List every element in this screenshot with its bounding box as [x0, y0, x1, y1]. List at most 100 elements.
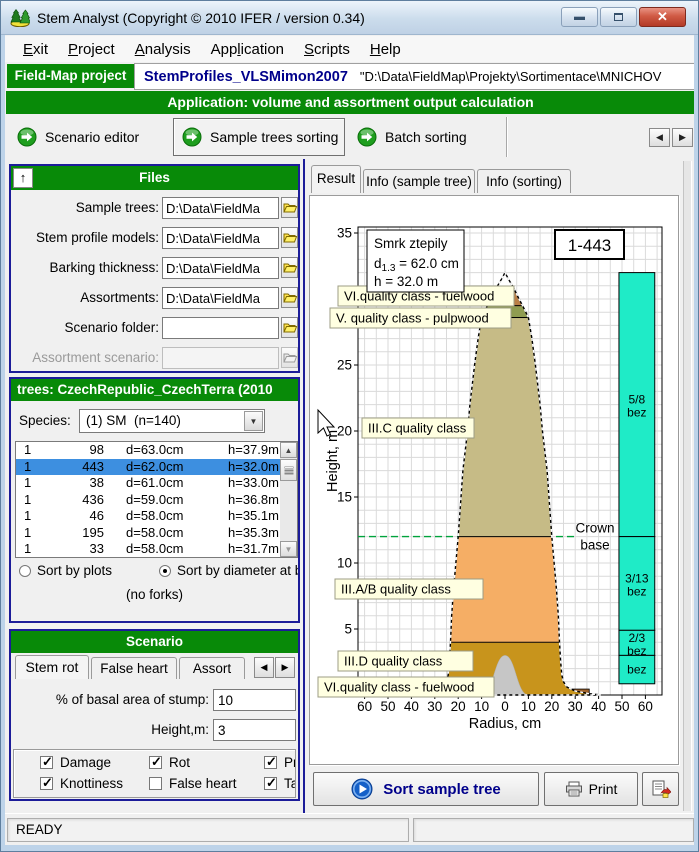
- tab-result[interactable]: Result: [311, 165, 361, 193]
- status-message: READY: [7, 818, 409, 842]
- tab-info-sorting[interactable]: Info (sorting): [477, 169, 571, 193]
- svg-text:35: 35: [337, 226, 352, 241]
- action-buttons: Sort sample tree Print: [309, 771, 681, 809]
- tab-stem-rot[interactable]: Stem rot: [15, 655, 89, 679]
- species-dropdown[interactable]: (1) SM (n=140) ▼: [79, 409, 265, 433]
- false-heart-checkbox[interactable]: False heart: [149, 776, 237, 791]
- tab-false-heart[interactable]: False heart: [91, 657, 177, 679]
- stump-basal-area-input[interactable]: [213, 689, 296, 711]
- dbh-cell: d=59.0cm: [104, 492, 216, 509]
- svg-text:V. quality class - pulpwood: V. quality class - pulpwood: [336, 311, 489, 326]
- fieldmap-project-label: Field-Map project: [7, 64, 134, 88]
- checkbox-label: Rot: [169, 755, 190, 770]
- menu-bar: Exit Project Analysis Application Script…: [5, 36, 696, 62]
- sort-by-plots-radio[interactable]: Sort by plots: [19, 563, 112, 578]
- green-arrow-icon: [357, 127, 377, 147]
- browse-folder-button[interactable]: [281, 197, 298, 218]
- svg-text:40: 40: [404, 699, 419, 714]
- export-button[interactable]: [642, 772, 679, 806]
- menu-item-analysis[interactable]: Analysis: [125, 37, 201, 62]
- svg-text:30: 30: [568, 699, 583, 714]
- tabs-scroll-left-icon[interactable]: ◀: [649, 128, 670, 147]
- output-options-panel: Damage Rot Pre Knottiness False heart Ta: [13, 749, 296, 798]
- print-button[interactable]: Print: [544, 772, 638, 806]
- mode-tab-row: Scenario editor Sample trees sorting Bat…: [5, 115, 696, 159]
- menu-item-exit[interactable]: Exit: [13, 37, 58, 62]
- tree-row[interactable]: 1195d=58.0cmh=35.3m: [16, 525, 280, 542]
- menu-item-project[interactable]: Project: [58, 37, 125, 62]
- svg-text:III.A/B quality class: III.A/B quality class: [341, 582, 451, 597]
- svg-text:60: 60: [638, 699, 653, 714]
- close-button[interactable]: ✕: [639, 7, 686, 27]
- plot-cell: 1: [16, 541, 56, 557]
- scenario-header: Scenario: [11, 631, 298, 653]
- sort-by-diameter-radio[interactable]: Sort by diameter at b: [159, 563, 298, 578]
- scenario-tabs: Stem rot False heart Assort ◀ ▶: [11, 655, 298, 679]
- scroll-down-icon[interactable]: ▼: [280, 541, 297, 557]
- chevron-down-icon[interactable]: ▼: [244, 411, 263, 431]
- svg-text:25: 25: [337, 358, 352, 373]
- scenario-tabs-scroll-right-icon[interactable]: ▶: [275, 657, 295, 678]
- window-border: [1, 1, 5, 852]
- ta-checkbox[interactable]: Ta: [264, 776, 296, 791]
- tree-id-cell: 33: [56, 541, 104, 557]
- file-field-row: Assortment scenario:: [11, 347, 298, 369]
- tabs-scroll-right-icon[interactable]: ▶: [672, 128, 693, 147]
- maximize-button[interactable]: [600, 7, 637, 27]
- field-label: Assortment scenario:: [11, 347, 159, 369]
- scenario-folder-input[interactable]: [162, 317, 279, 339]
- sort-button-label: Sort sample tree: [383, 781, 501, 798]
- tree-row[interactable]: 146d=58.0cmh=35.1m: [16, 508, 280, 525]
- tab-assortments[interactable]: Assort: [179, 657, 245, 679]
- svg-text:1-443: 1-443: [568, 236, 611, 255]
- menu-item-scripts[interactable]: Scripts: [294, 37, 360, 62]
- height-cell: h=35.1m: [216, 508, 280, 525]
- tree-row[interactable]: 138d=61.0cmh=33.0m: [16, 475, 280, 492]
- svg-text:2/3: 2/3: [629, 631, 646, 645]
- tree-row-selected[interactable]: 1443d=62.0cmh=32.0m: [16, 459, 280, 476]
- browse-folder-button[interactable]: [281, 287, 298, 308]
- chart-panel: 60504030201001020304050605101520253035Ra…: [309, 195, 679, 765]
- tab-scenario-editor[interactable]: Scenario editor: [9, 121, 167, 153]
- pre-checkbox[interactable]: Pre: [264, 755, 296, 770]
- tab-sample-trees-sorting[interactable]: Sample trees sorting: [173, 118, 345, 156]
- browse-folder-button[interactable]: [281, 257, 298, 278]
- folder-icon: [283, 262, 297, 274]
- barking-thickness-input[interactable]: [162, 257, 279, 279]
- menu-item-help[interactable]: Help: [360, 37, 411, 62]
- tree-row[interactable]: 133d=58.0cmh=31.7m: [16, 541, 280, 557]
- knottiness-checkbox[interactable]: Knottiness: [40, 776, 123, 791]
- svg-text:h = 32.0 m: h = 32.0 m: [374, 274, 438, 289]
- svg-text:10: 10: [474, 699, 489, 714]
- stem-profile-models-input[interactable]: [162, 227, 279, 249]
- tree-row[interactable]: 1436d=59.0cmh=36.8m: [16, 492, 280, 509]
- assortments-input[interactable]: [162, 287, 279, 309]
- browse-folder-button[interactable]: [281, 317, 298, 338]
- rot-checkbox[interactable]: Rot: [149, 755, 190, 770]
- tab-info-sample-tree[interactable]: Info (sample tree): [363, 169, 475, 193]
- minimize-button[interactable]: ▬: [561, 7, 598, 27]
- svg-text:10: 10: [337, 556, 352, 571]
- files-header: ↑ Files: [11, 166, 298, 190]
- browse-folder-button[interactable]: [281, 227, 298, 248]
- tab-batch-sorting[interactable]: Batch sorting: [349, 121, 501, 153]
- scenario-tabs-scroll-left-icon[interactable]: ◀: [254, 657, 274, 678]
- sort-sample-tree-button[interactable]: Sort sample tree: [313, 772, 539, 806]
- damage-checkbox[interactable]: Damage: [40, 755, 111, 770]
- scroll-up-icon[interactable]: ▲: [280, 442, 297, 458]
- list-scrollbar[interactable]: ▲ ▼: [280, 442, 297, 557]
- height-cell: h=32.0m: [216, 459, 280, 476]
- menu-item-application[interactable]: Application: [201, 37, 294, 62]
- tree-list: 198d=63.0cmh=37.9m 1443d=62.0cmh=32.0m 1…: [15, 441, 298, 558]
- scrollbar-thumb[interactable]: [280, 459, 297, 481]
- panel-divider: [303, 159, 305, 813]
- application-banner: Application: volume and assortment outpu…: [6, 91, 695, 114]
- folder-icon: [283, 352, 297, 364]
- rot-height-input[interactable]: [213, 719, 296, 741]
- splitter-handle[interactable]: [683, 161, 692, 811]
- collapse-up-icon[interactable]: ↑: [13, 168, 33, 188]
- project-row: Field-Map project StemProfiles_VLSMimon2…: [5, 62, 696, 91]
- plot-cell: 1: [16, 525, 56, 542]
- sample-trees-input[interactable]: [162, 197, 279, 219]
- tree-row[interactable]: 198d=63.0cmh=37.9m: [16, 442, 280, 459]
